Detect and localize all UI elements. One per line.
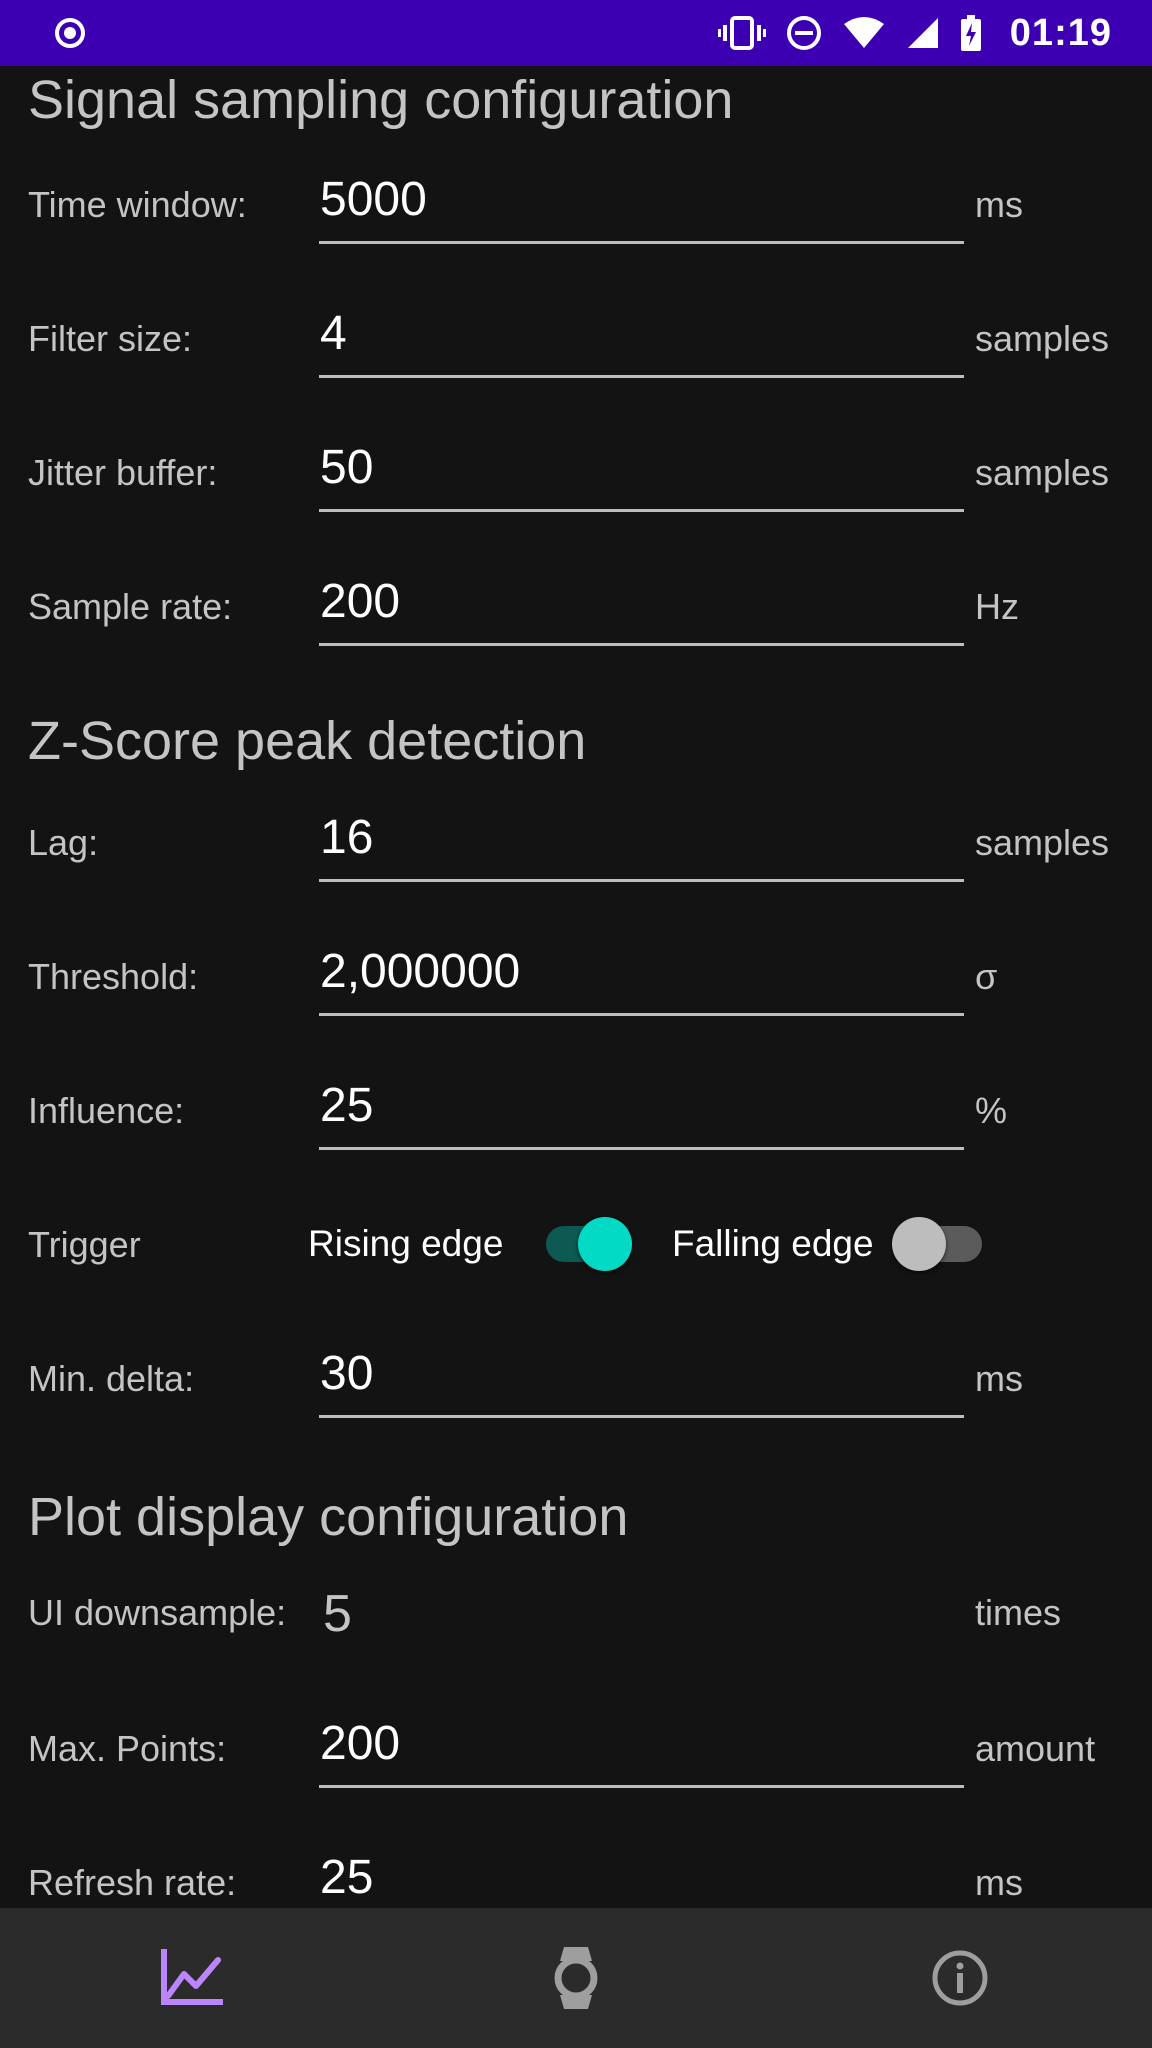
time-window-unit: ms	[975, 184, 1023, 225]
chart-icon	[161, 1949, 223, 2005]
lag-unit: samples	[975, 822, 1110, 863]
sample-rate-input[interactable]: 200	[319, 553, 964, 646]
ui-downsample-unit: times	[975, 1592, 1062, 1633]
max-points-unit: amount	[975, 1728, 1096, 1769]
influence-label: Influence:	[28, 1090, 185, 1131]
refresh-rate-value: 25	[320, 1851, 374, 1904]
threshold-input[interactable]: 2,000000	[319, 923, 964, 1016]
section-title-signal: Signal sampling configuration	[28, 70, 734, 130]
influence-unit: %	[975, 1090, 1008, 1131]
vibrate-icon	[717, 16, 766, 50]
max-points-value: 200	[320, 1717, 401, 1770]
threshold-label: Threshold:	[28, 956, 199, 997]
battery-charging-icon	[960, 15, 981, 51]
status-bar: 01:19	[0, 0, 1152, 66]
rising-edge-label: Rising edge	[308, 1223, 504, 1264]
filter-size-unit: samples	[975, 318, 1110, 359]
info-icon	[932, 1950, 988, 2006]
nav-item-info[interactable]	[768, 1908, 1152, 2048]
nav-item-watch[interactable]	[384, 1908, 768, 2048]
time-window-value: 5000	[320, 173, 427, 226]
refresh-rate-input[interactable]: 25	[319, 1829, 964, 1908]
jitter-buffer-value: 50	[320, 441, 374, 494]
sample-rate-unit: Hz	[975, 586, 1019, 627]
trigger-label: Trigger	[28, 1224, 141, 1265]
threshold-unit: σ	[975, 956, 998, 997]
threshold-value: 2,000000	[320, 945, 521, 998]
section-title-zscore: Z-Score peak detection	[28, 711, 587, 771]
jitter-buffer-input[interactable]: 50	[319, 419, 964, 512]
refresh-rate-unit: ms	[975, 1862, 1023, 1903]
sample-rate-label: Sample rate:	[28, 586, 233, 627]
refresh-rate-label: Refresh rate:	[28, 1862, 237, 1903]
lag-value: 16	[320, 811, 374, 864]
jitter-buffer-unit: samples	[975, 452, 1110, 493]
ui-downsample-value: 5	[323, 1585, 352, 1643]
filter-size-value: 4	[320, 307, 347, 360]
min-delta-label: Min. delta:	[28, 1358, 195, 1399]
wifi-icon	[843, 17, 884, 48]
nav-item-plot[interactable]	[0, 1908, 384, 2048]
watch-icon	[554, 1947, 598, 2009]
influence-input[interactable]: 25	[319, 1057, 964, 1150]
filter-size-label: Filter size:	[28, 318, 193, 359]
time-window-label: Time window:	[28, 184, 247, 225]
signal-icon	[907, 18, 938, 48]
influence-value: 25	[320, 1079, 374, 1132]
lag-label: Lag:	[28, 822, 99, 863]
rising-edge-switch-thumb	[578, 1217, 632, 1271]
do-not-disturb-icon	[786, 16, 821, 50]
status-clock: 01:19	[1009, 11, 1112, 54]
filter-size-input[interactable]: 4	[319, 285, 964, 378]
min-delta-value: 30	[320, 1347, 374, 1400]
min-delta-unit: ms	[975, 1358, 1023, 1399]
max-points-label: Max. Points:	[28, 1728, 227, 1769]
settings-content[interactable]: Signal sampling configuration Time windo…	[0, 66, 1152, 1908]
record-icon	[55, 18, 85, 48]
sample-rate-value: 200	[320, 575, 401, 628]
rising-edge-switch[interactable]	[540, 1214, 636, 1274]
falling-edge-switch[interactable]	[892, 1214, 988, 1274]
falling-edge-switch-thumb	[892, 1217, 946, 1271]
jitter-buffer-label: Jitter buffer:	[28, 452, 218, 493]
max-points-input[interactable]: 200	[319, 1695, 964, 1788]
lag-input[interactable]: 16	[319, 789, 964, 882]
falling-edge-label: Falling edge	[672, 1223, 874, 1264]
bottom-navigation	[0, 1908, 1152, 2048]
ui-downsample-label: UI downsample:	[28, 1592, 287, 1633]
section-title-plot: Plot display configuration	[28, 1487, 629, 1547]
min-delta-input[interactable]: 30	[319, 1325, 964, 1418]
time-window-input[interactable]: 5000	[319, 151, 964, 244]
